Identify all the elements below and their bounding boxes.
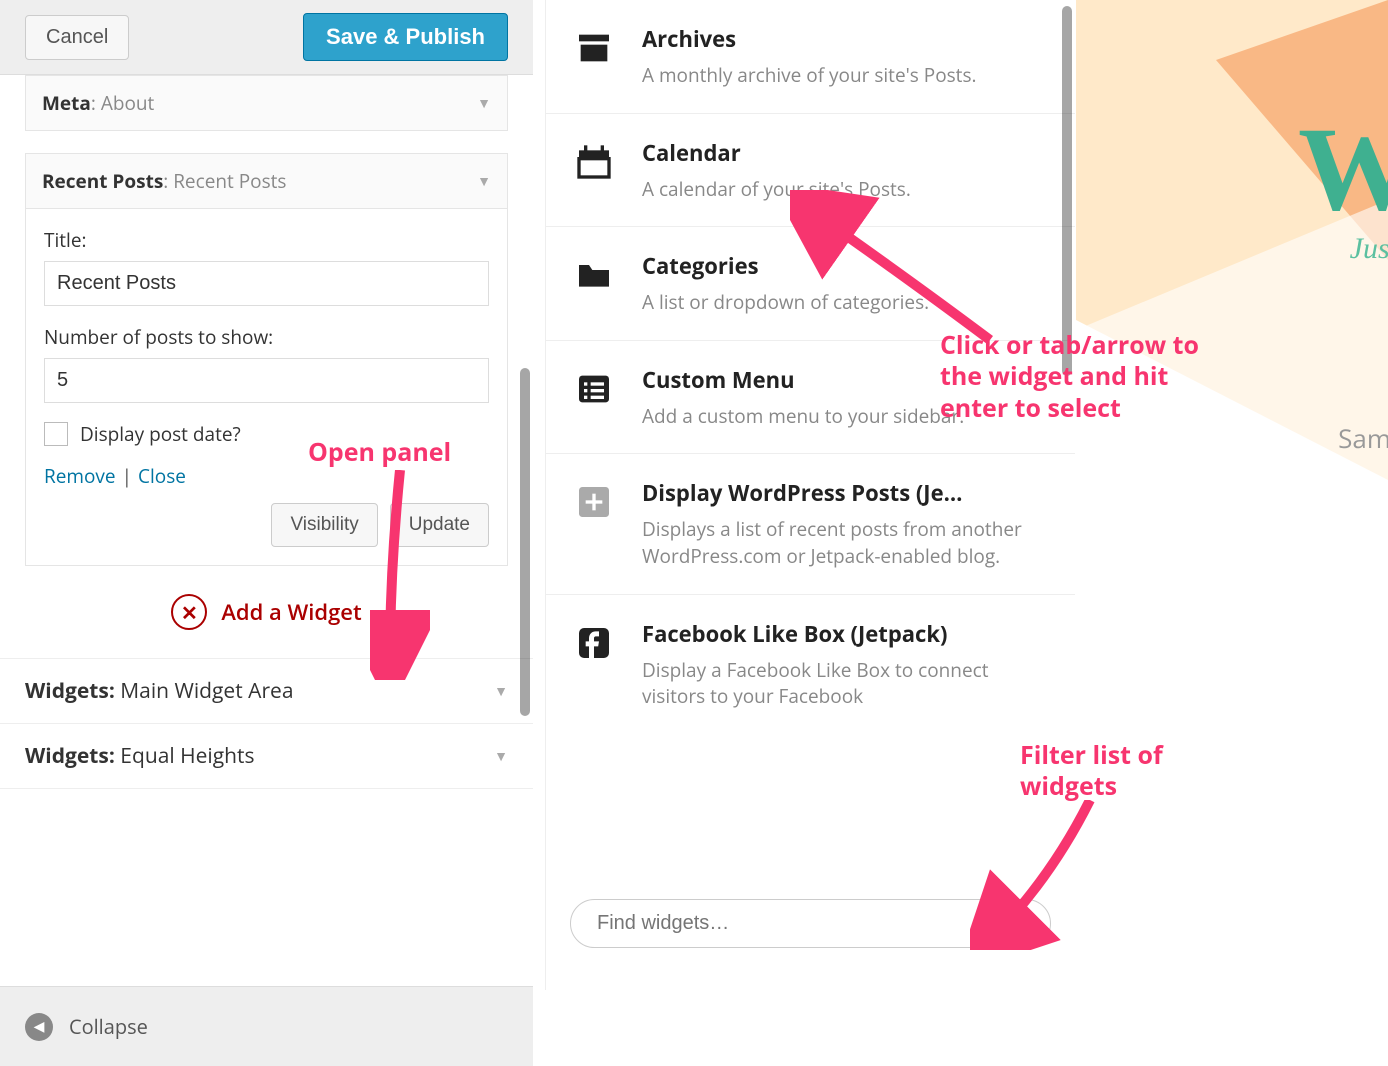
widget-name: Meta: [42, 90, 91, 116]
scrollbar[interactable]: [1062, 6, 1072, 376]
display-date-label: Display post date?: [80, 421, 241, 447]
chooser-title: Facebook Like Box (Jetpack): [642, 619, 1051, 649]
customizer-panel: Cancel Save & Publish Meta: About ▼ Rece…: [0, 0, 533, 1066]
scrollbar[interactable]: [520, 368, 530, 716]
remove-link[interactable]: Remove: [44, 463, 116, 489]
widget-body-recent-posts: Title: Number of posts to show: Display …: [25, 209, 508, 566]
list-icon: [570, 365, 618, 413]
title-label: Title:: [44, 227, 489, 253]
title-input[interactable]: [44, 261, 489, 306]
chooser-title: Display WordPress Posts (Je…: [642, 478, 1051, 508]
section-equal-heights[interactable]: Widgets: Equal Heights ▼: [0, 724, 533, 789]
display-date-checkbox[interactable]: [44, 422, 68, 446]
chevron-down-icon: ▼: [494, 747, 508, 766]
annotation-open-panel: Open panel: [308, 437, 451, 468]
arrow-icon: [370, 470, 430, 680]
chooser-desc: Display a Facebook Like Box to connect v…: [642, 657, 1051, 710]
chooser-desc: A monthly archive of your site's Posts.: [642, 62, 1051, 89]
widget-name: Recent Posts: [42, 168, 163, 194]
arrow-icon: [970, 800, 1110, 950]
cancel-button[interactable]: Cancel: [25, 15, 129, 60]
preview-logo: W: [1298, 100, 1388, 238]
save-publish-button[interactable]: Save & Publish: [303, 13, 508, 61]
chevron-down-icon: ▼: [477, 172, 491, 191]
collapse-icon: ◀: [25, 1013, 53, 1041]
collapse-label: Collapse: [69, 1013, 148, 1040]
add-widget-button[interactable]: ✕ Add a Widget: [25, 566, 508, 658]
chooser-desc: Displays a list of recent posts from ano…: [642, 516, 1051, 569]
site-preview: W Just Sample: [1076, 0, 1388, 1066]
num-posts-input[interactable]: [44, 358, 489, 403]
chevron-down-icon: ▼: [494, 682, 508, 701]
chooser-item-facebook[interactable]: Facebook Like Box (Jetpack) Display a Fa…: [546, 595, 1075, 734]
section-main-widget-area[interactable]: Widgets: Main Widget Area ▼: [0, 658, 533, 724]
widget-list: Meta: About ▼ Recent Posts: Recent Posts…: [0, 75, 533, 658]
widget-sub: Recent Posts: [173, 168, 286, 194]
folder-icon: [570, 251, 618, 299]
annotation-filter: Filter list of widgets: [1020, 740, 1220, 803]
close-icon: ✕: [171, 594, 207, 630]
preview-tagline: Just: [1350, 232, 1388, 266]
chooser-item-archives[interactable]: Archives A monthly archive of your site'…: [546, 0, 1075, 114]
preview-sample: Sample: [1338, 420, 1388, 456]
chevron-down-icon: ▼: [477, 94, 491, 113]
num-posts-label: Number of posts to show:: [44, 324, 489, 350]
widget-header-meta[interactable]: Meta: About ▼: [25, 75, 508, 131]
chooser-title: Archives: [642, 24, 1051, 54]
collapse-bar[interactable]: ◀ Collapse: [0, 986, 533, 1066]
chooser-item-display-posts[interactable]: Display WordPress Posts (Je… Displays a …: [546, 454, 1075, 594]
widget-sub: About: [101, 90, 155, 116]
calendar-icon: [570, 138, 618, 186]
header-bar: Cancel Save & Publish: [0, 0, 533, 75]
close-link[interactable]: Close: [138, 463, 186, 489]
arrow-icon: [790, 190, 1000, 350]
facebook-icon: [570, 619, 618, 667]
plus-icon: [570, 478, 618, 526]
add-widget-label: Add a Widget: [221, 597, 361, 627]
archives-icon: [570, 24, 618, 72]
widget-header-recent-posts[interactable]: Recent Posts: Recent Posts ▼: [25, 153, 508, 209]
visibility-button[interactable]: Visibility: [271, 503, 377, 547]
chooser-title: Calendar: [642, 138, 1051, 168]
